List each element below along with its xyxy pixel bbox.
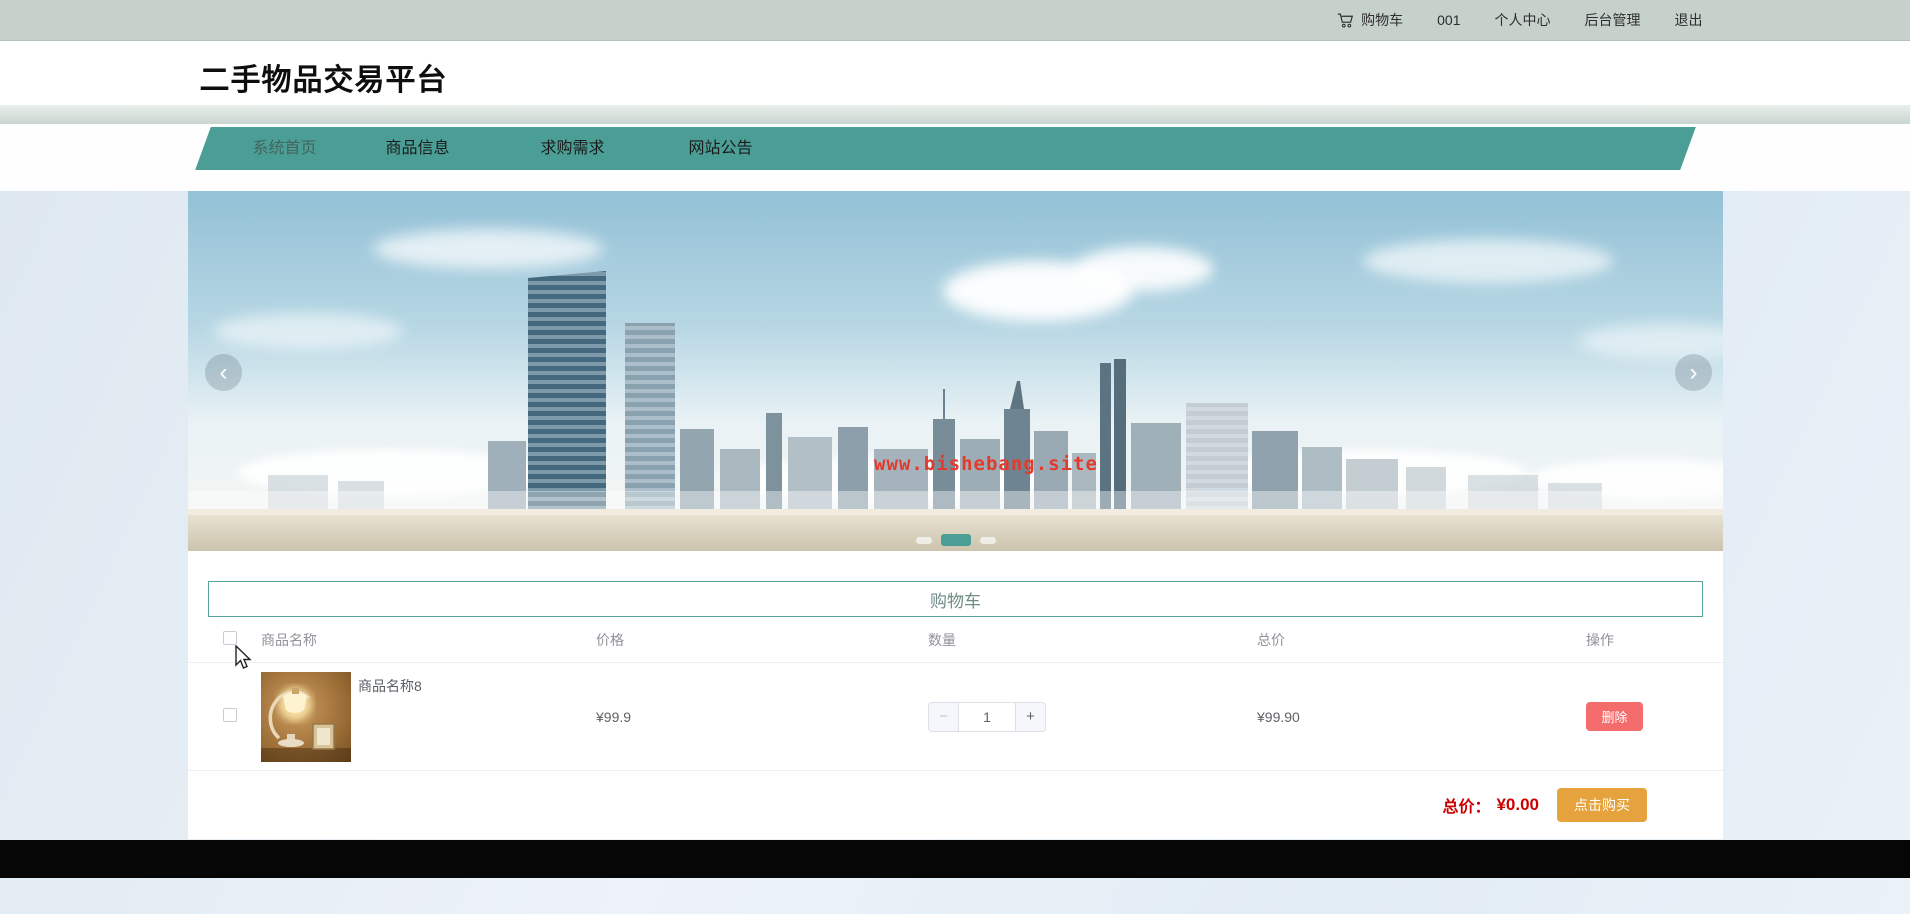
product-price: ¥99.9 [596,709,928,725]
row-total-price: ¥99.90 [1257,709,1586,725]
row-checkbox[interactable] [223,708,237,722]
total-value: ¥0.00 [1496,795,1539,815]
row-select-cell [205,708,261,725]
select-all-cell [205,631,261,648]
carousel-indicator[interactable] [980,537,996,544]
cart-icon [1337,13,1354,28]
header-divider [0,105,1910,124]
topbar-username[interactable]: 001 [1437,12,1460,28]
cart-summary: 总价： ¥0.00 点击购买 [188,771,1723,839]
chevron-left-icon: ‹ [220,359,228,386]
product-image[interactable] [261,672,351,762]
page: 购物车 001 个人中心 后台管理 退出 二手物品交易平台 系统首页 商品信息 … [0,0,1910,914]
total-label: 总价： [1442,793,1490,817]
buy-button[interactable]: 点击购买 [1557,788,1647,822]
cart-panel-title: 购物车 [208,581,1703,617]
carousel-indicator-active[interactable] [941,534,971,546]
product-cell: 商品名称8 [261,663,596,770]
increase-quantity-button[interactable]: + [1015,703,1045,731]
topbar-profile-link[interactable]: 个人中心 [1495,10,1551,30]
decrease-quantity-button[interactable]: − [929,703,959,731]
column-header-action: 操作 [1586,630,1706,650]
cart-title-label: 购物车 [930,587,981,612]
carousel-indicators [188,534,1723,546]
topbar-inner: 购物车 001 个人中心 后台管理 退出 [188,0,1723,40]
page-footer [0,840,1910,878]
nav-item-products[interactable]: 商品信息 [386,127,450,170]
quantity-stepper: − + [928,702,1046,732]
select-all-checkbox[interactable] [223,631,237,645]
column-header-name: 商品名称 [261,630,596,650]
site-header: 二手物品交易平台 [0,41,1910,105]
mouse-cursor [234,645,252,671]
topbar-admin-link[interactable]: 后台管理 [1585,10,1641,30]
chevron-right-icon: › [1690,359,1698,386]
topbar-cart-link[interactable]: 购物车 [1337,10,1403,30]
product-name: 商品名称8 [358,676,422,696]
topbar: 购物车 001 个人中心 后台管理 退出 [0,0,1910,41]
column-header-quantity: 数量 [928,630,1257,650]
cart-table-header: 商品名称 价格 数量 总价 操作 [188,617,1723,663]
cart-table-row: 商品名称8 ¥99.9 − + ¥99.90 删除 [188,663,1723,771]
delete-button[interactable]: 删除 [1586,702,1643,731]
nav-item-home[interactable]: 系统首页 [253,127,317,170]
nav-item-announcements[interactable]: 网站公告 [689,127,753,170]
carousel-next-button[interactable]: › [1675,354,1712,391]
watermark-text: www.bishebang.site [874,453,1098,475]
main-content: www.bishebang.site ‹ › 购物车 商品名称 价格 数量 总价… [188,191,1723,839]
quantity-cell: − + [928,702,1257,732]
carousel-indicator[interactable] [916,537,932,544]
hero-carousel: www.bishebang.site ‹ › [188,191,1723,551]
quantity-input[interactable] [959,703,1015,731]
carousel-prev-button[interactable]: ‹ [205,354,242,391]
topbar-cart-label: 购物车 [1361,10,1403,30]
nav-item-demands[interactable]: 求购需求 [541,127,605,170]
site-title: 二手物品交易平台 [200,55,448,99]
carousel-image [188,191,1723,551]
main-nav: 系统首页 商品信息 求购需求 网站公告 [0,124,1910,191]
column-header-total: 总价 [1257,630,1586,650]
topbar-logout-link[interactable]: 退出 [1675,10,1703,30]
column-header-price: 价格 [596,630,928,650]
action-cell: 删除 [1586,702,1706,731]
